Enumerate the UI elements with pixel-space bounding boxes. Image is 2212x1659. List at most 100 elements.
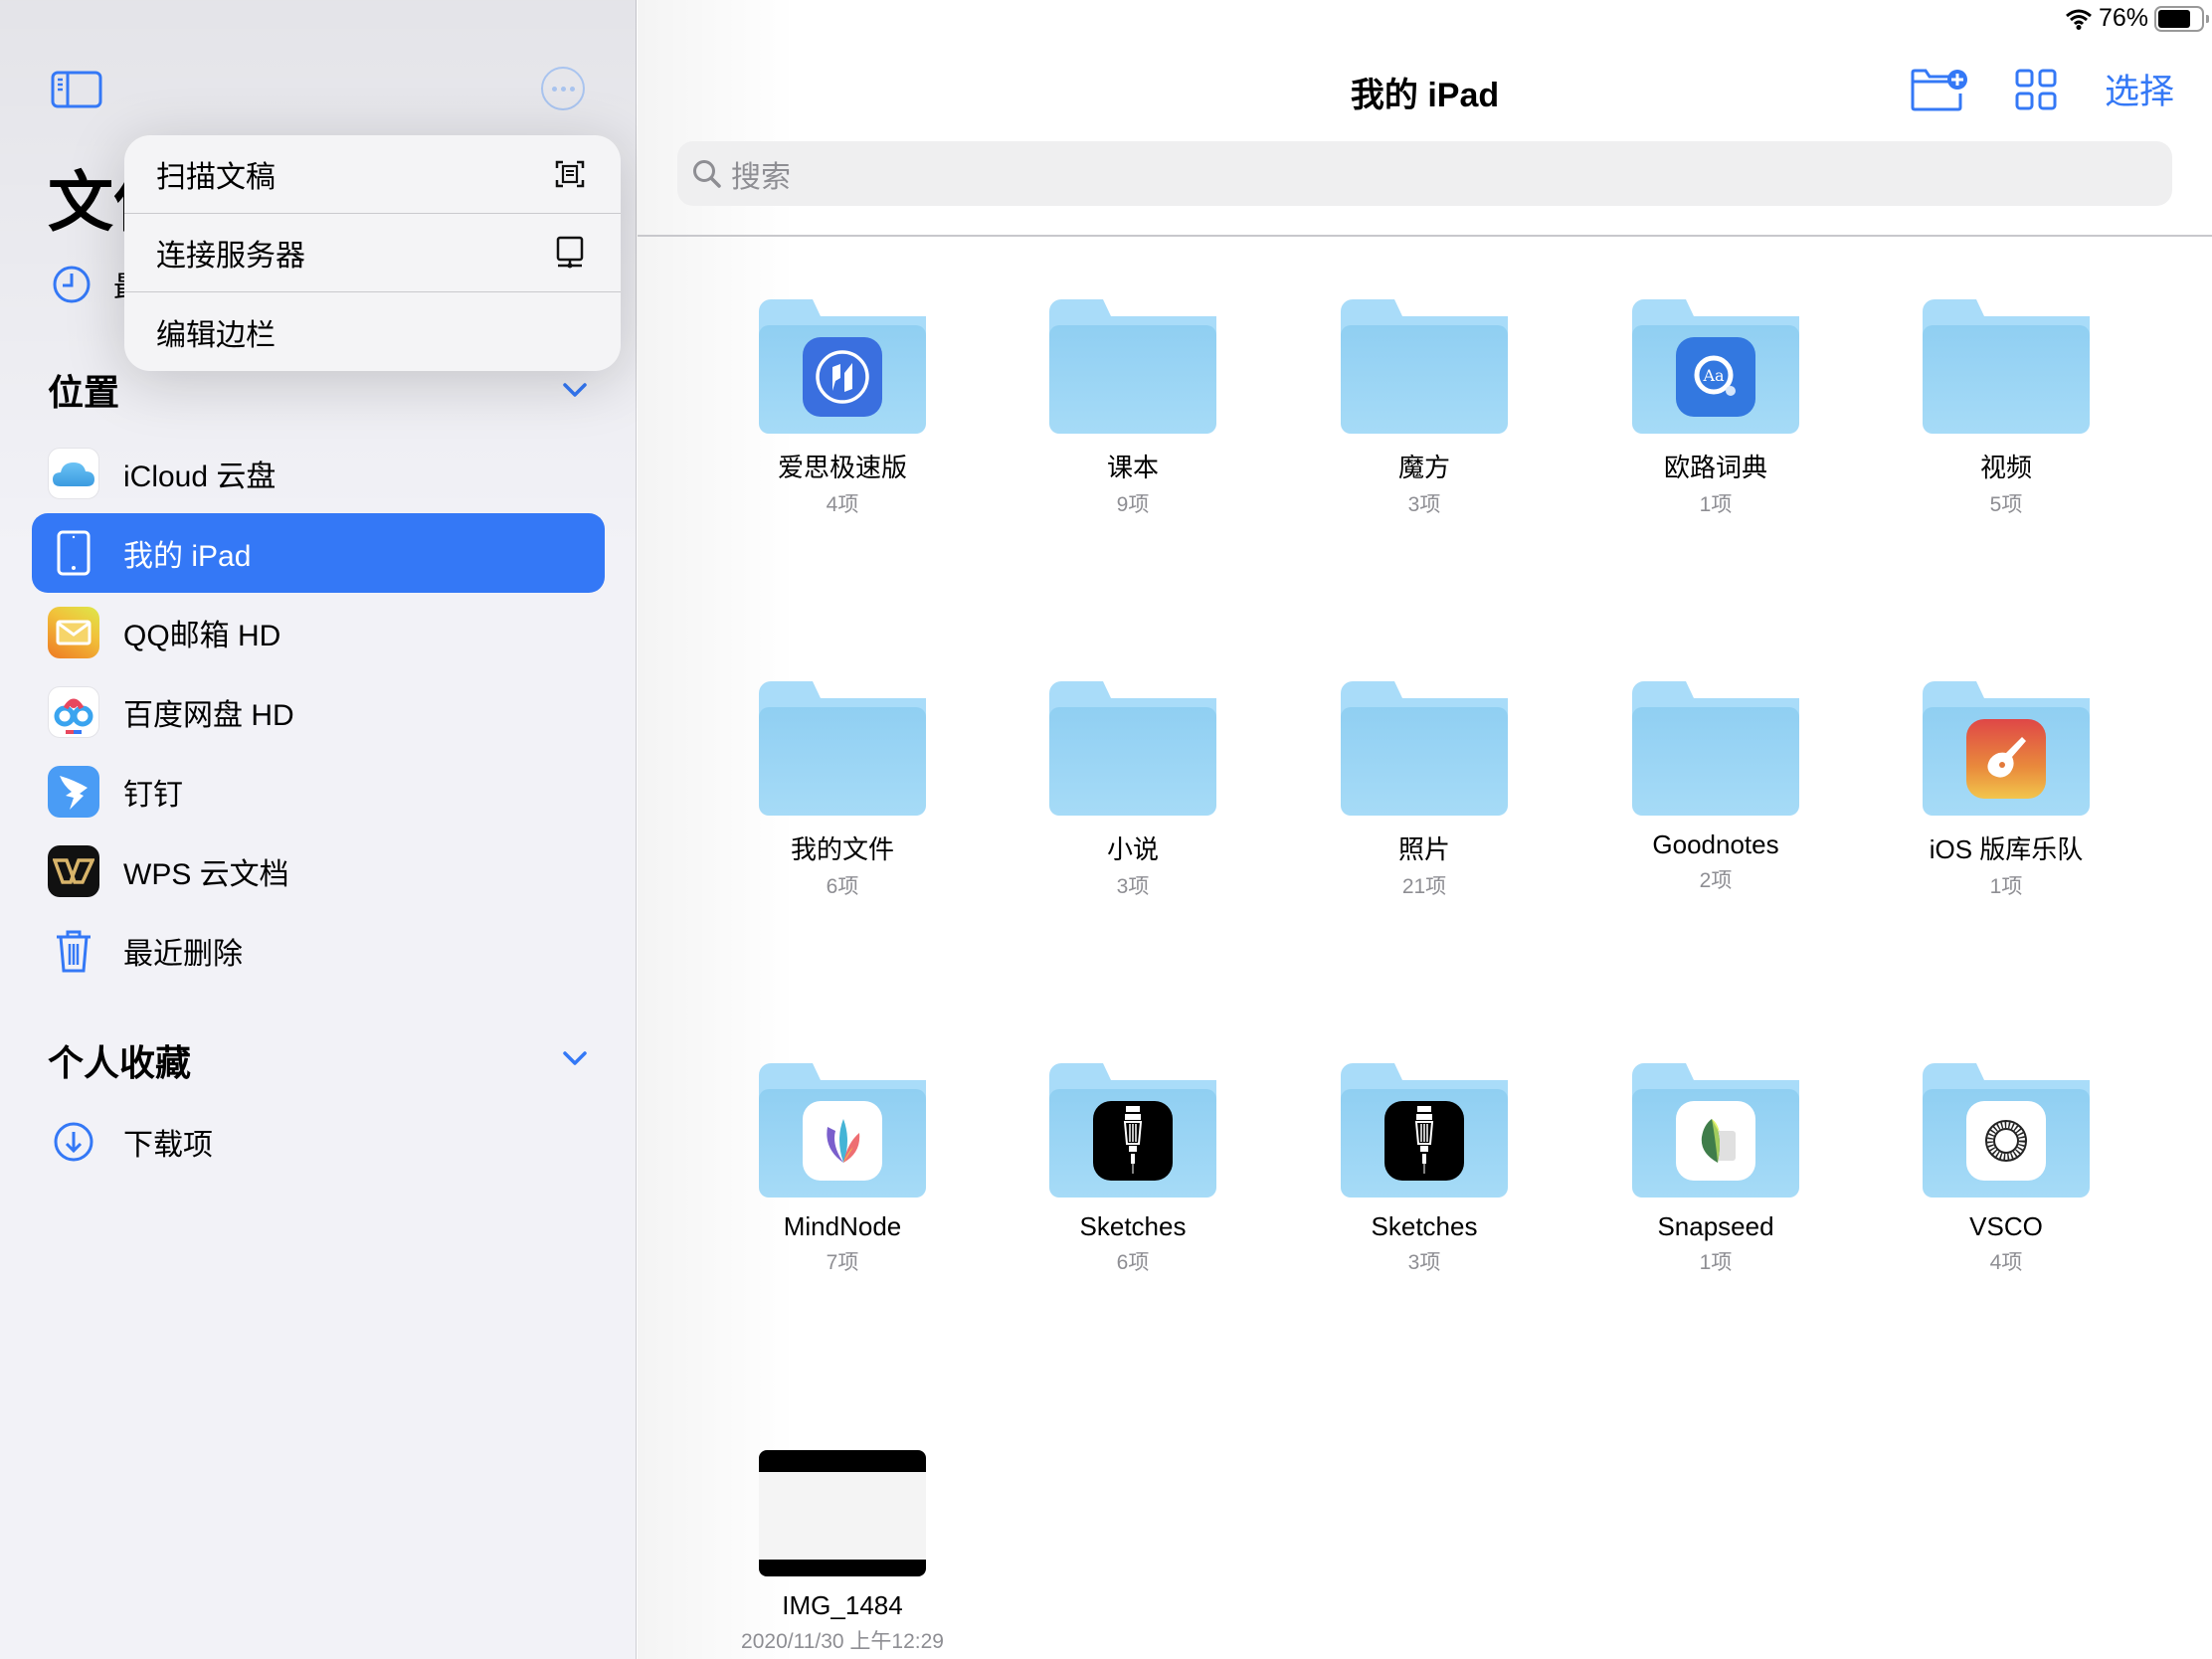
item-name: iOS 版库乐队 [1929,834,2084,864]
toolbar: 选择 [1910,64,2174,114]
sidebar-item-label: iCloud 云盘 [123,461,276,493]
item-meta: 6项 [826,875,859,898]
item-name: 我的文件 [790,834,894,864]
sidebar-item-wps[interactable]: WPS 云文档 [32,831,605,911]
folder-item[interactable]: Snapseed 1项 [1576,1063,1855,1276]
folder-item[interactable]: Sketches 6项 [994,1063,1272,1276]
grid-view-icon[interactable] [2015,69,2057,110]
folder-icon [1341,681,1508,816]
item-name: 小说 [1106,834,1159,864]
menu-item-edit-sidebar[interactable]: 编辑边栏 [124,292,621,371]
select-button[interactable]: 选择 [2105,64,2174,114]
menu-item-scan-document[interactable]: 扫描文稿 [124,135,621,214]
chevron-down-icon[interactable] [561,1044,589,1072]
folder-icon [759,1063,926,1198]
folder-icon [1632,681,1799,816]
folder-item[interactable]: iOS 版库乐队 1项 [1867,681,2145,900]
folder-icon [1049,681,1216,816]
sidebar-item-label: 下载项 [123,1129,213,1162]
folder-item[interactable]: Goodnotes 2项 [1576,681,1855,894]
folder-icon [1923,681,2090,816]
folder-item[interactable]: 小说 3项 [994,681,1272,900]
battery-percent: 76% [2098,4,2148,32]
sidebar-item-icloud[interactable]: iCloud 云盘 [32,434,605,513]
sidebar-icon [51,71,102,108]
item-meta: 5项 [1989,493,2023,516]
sidebar-toggle-button[interactable] [51,71,102,108]
folder-item[interactable]: MindNode 7项 [703,1063,982,1276]
sidebar-item-baidu-netdisk[interactable]: 百度网盘 HD [32,672,605,752]
folder-item[interactable]: Sketches 3项 [1285,1063,1564,1276]
item-name: 爱思极速版 [777,453,907,482]
folder-item[interactable]: 课本 9项 [994,299,1272,518]
sidebar-item-downloads[interactable]: 下载项 [32,1102,605,1182]
mindnode-icon [803,1101,882,1181]
battery-icon [2154,5,2209,32]
item-meta: 4项 [826,493,859,516]
item-meta: 2项 [1699,869,1733,892]
sidebar-item-label: 百度网盘 HD [123,699,294,732]
sidebar-item-my-ipad[interactable]: 我的 iPad [32,513,605,593]
ellipsis-icon [551,86,557,92]
more-options-button[interactable] [541,67,585,110]
item-name: VSCO [1969,1211,2043,1241]
folder-item[interactable]: 爱思极速版 4项 [703,299,982,518]
item-name: Sketches [1079,1211,1187,1241]
garageband-icon [1966,719,2046,799]
divider [638,235,2212,237]
item-name: Snapseed [1657,1211,1774,1241]
vsco-icon [1966,1101,2046,1181]
folder-item[interactable]: 照片 21项 [1285,681,1564,900]
folder-item[interactable]: 视频 5项 [1867,299,2145,518]
eudic-icon: Aa [1676,337,1755,417]
folder-icon [759,681,926,816]
item-meta: 1项 [1699,493,1733,516]
item-name: Goodnotes [1652,830,1779,859]
folder-icon [1923,299,2090,434]
sketches-icon [1384,1101,1464,1181]
image-thumbnail [759,1450,926,1576]
more-options-menu: 扫描文稿 连接服务器 编辑边栏 [124,135,621,371]
folder-icon [1341,299,1508,434]
status-bar-right: 76% [2065,4,2209,33]
search-placeholder: 搜索 [731,160,791,194]
sidebar-item-label: QQ邮箱 HD [123,620,281,652]
folder-icon [1049,299,1216,434]
item-meta: 9项 [1116,493,1150,516]
file-item[interactable]: IMG_1484 2020/11/30 上午12:29 [703,1450,982,1655]
menu-item-label: 扫描文稿 [156,161,276,194]
sidebar-item-qq-mail[interactable]: QQ邮箱 HD [32,593,605,672]
icloud-icon [48,448,99,499]
snapseed-icon [1676,1101,1755,1181]
new-folder-icon[interactable] [1910,68,1967,111]
item-name: 欧路词典 [1663,453,1767,482]
dingtalk-icon [48,766,99,818]
locations-heading: 位置 [48,372,120,413]
folder-item[interactable]: VSCO 4项 [1867,1063,2145,1276]
sidebar-item-label: WPS 云文档 [123,858,289,891]
item-name: MindNode [783,1211,902,1241]
folder-item[interactable]: Aa 欧路词典 1项 [1576,299,1855,518]
item-name: IMG_1484 [782,1590,903,1620]
sidebar-item-label: 最近删除 [123,938,243,971]
server-icon [556,236,584,269]
search-input[interactable]: 搜索 [677,141,2172,206]
chevron-down-icon[interactable] [561,376,589,404]
item-meta: 3项 [1116,875,1150,898]
favorites-heading: 个人收藏 [48,1042,192,1083]
baidu-netdisk-icon [48,686,99,738]
sidebar-item-dingtalk[interactable]: 钉钉 [32,752,605,831]
folder-item[interactable]: 魔方 3项 [1285,299,1564,518]
wps-icon [48,845,99,897]
download-icon [48,1116,99,1168]
sidebar-item-recently-deleted[interactable]: 最近删除 [32,911,605,991]
clock-icon [53,266,91,303]
menu-item-connect-server[interactable]: 连接服务器 [124,214,621,292]
folder-icon [1632,1063,1799,1198]
folder-item[interactable]: 我的文件 6项 [703,681,982,900]
item-meta: 2020/11/30 上午12:29 [741,1630,944,1653]
sidebar-item-label: 钉钉 [123,779,183,812]
item-meta: 1项 [1989,875,2023,898]
wifi-icon [2065,9,2092,30]
item-name: 视频 [1979,453,2032,482]
